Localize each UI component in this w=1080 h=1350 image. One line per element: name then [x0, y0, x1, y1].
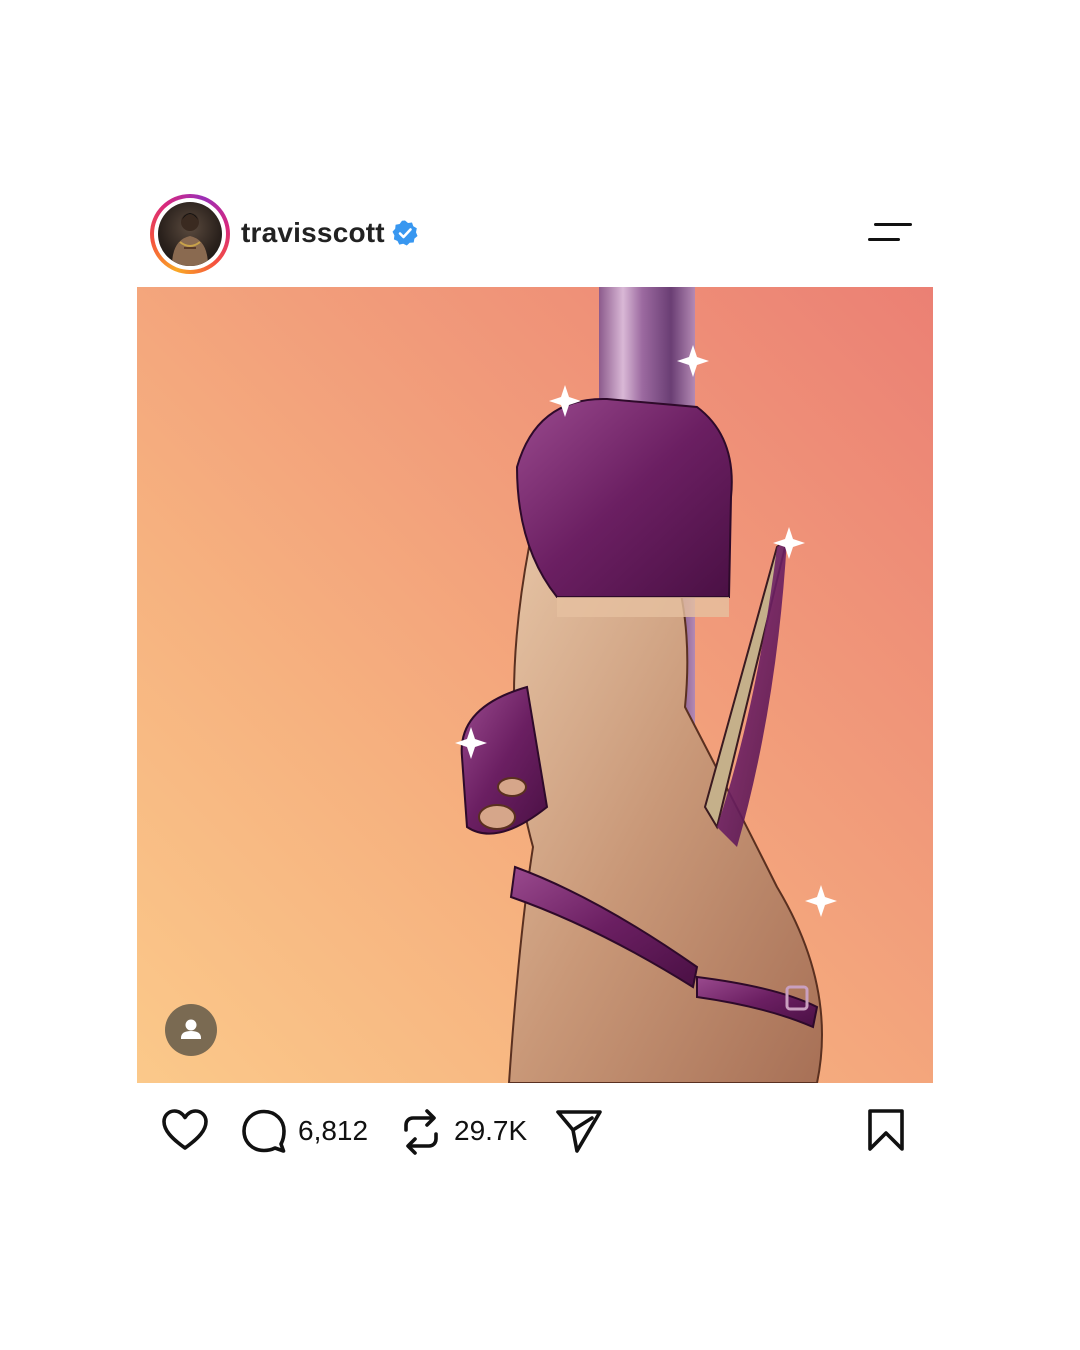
platform-top	[515, 397, 733, 598]
avatar[interactable]	[158, 202, 222, 266]
repost-icon[interactable]	[399, 1108, 443, 1156]
post-header: travisscott	[150, 194, 930, 274]
post-image[interactable]	[137, 287, 933, 1083]
menu-icon[interactable]	[868, 220, 912, 246]
username[interactable]: travisscott	[241, 214, 385, 252]
pole-heel-illustration	[455, 287, 837, 1083]
action-bar: 6,812 29.7K	[137, 1100, 933, 1164]
repost-count: 29.7K	[454, 1115, 528, 1146]
avatar-figure-icon	[172, 213, 208, 266]
comment-count: 6,812	[298, 1115, 369, 1146]
save-bookmark-icon[interactable]	[867, 1108, 905, 1152]
share-send-icon[interactable]	[555, 1108, 603, 1154]
like-heart-icon[interactable]	[161, 1108, 209, 1152]
user-tag-button[interactable]	[165, 1004, 217, 1056]
comment-bubble-icon[interactable]	[241, 1108, 287, 1154]
verified-badge-icon	[392, 220, 418, 246]
user-tag-icon	[181, 1019, 201, 1039]
avatar-border	[154, 198, 226, 270]
story-ring[interactable]	[150, 194, 230, 274]
